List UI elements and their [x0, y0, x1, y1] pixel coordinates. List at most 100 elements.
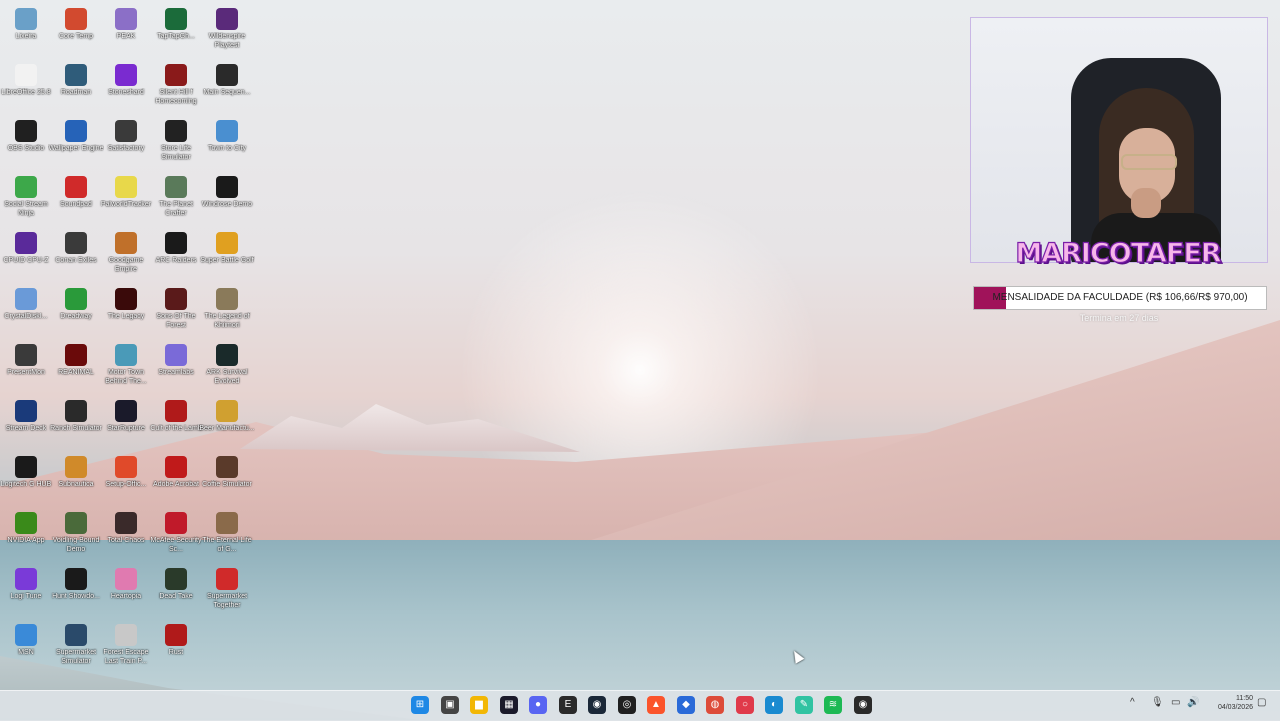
obs-taskbar-icon[interactable]: ◎ [618, 696, 636, 714]
discord-icon[interactable]: ● [529, 696, 547, 714]
desktop-icon-label: McAfee Security Sc... [150, 537, 202, 553]
desktop-icon[interactable]: Goodgame Empire [100, 227, 152, 283]
desktop-icon[interactable]: The Legacy [100, 283, 152, 339]
stream-deck-icon [15, 400, 37, 422]
show-hidden-icons-chevron-icon[interactable]: ^ [1130, 697, 1135, 708]
desktop-icon[interactable]: Subnautica [50, 451, 102, 507]
desktop-icon[interactable]: Supermarket Together [201, 563, 253, 619]
desktop-icon[interactable]: Logi Tune [0, 563, 52, 619]
desktop-icon[interactable]: Sons Of The Forest [150, 283, 202, 339]
desktop-icon[interactable]: Hunt Showdo... [50, 563, 102, 619]
desktop-icon[interactable]: Dead Take [150, 563, 202, 619]
desktop-icon[interactable]: Beer Manufactu... [199, 395, 255, 451]
desktop-icon[interactable]: Main Sequen... [201, 59, 253, 115]
mcafee-icon [165, 512, 187, 534]
desktop-icon-label: Supermarket Together [206, 593, 248, 609]
desktop-icon[interactable]: Motor Town Behind The... [100, 339, 152, 395]
steam-icon[interactable]: ◉ [588, 696, 606, 714]
desktop-icon[interactable]: Adobe Acrobat [150, 451, 202, 507]
town-to-city-icon [216, 120, 238, 142]
mcafee-taskbar-icon[interactable]: ○ [736, 696, 754, 714]
desktop-icon[interactable]: PresentMon [0, 339, 52, 395]
desktop-icon[interactable]: Rust [150, 619, 202, 675]
volume-icon[interactable]: 🔊 [1187, 697, 1199, 708]
desktop-icon[interactable]: Wallpaper Engine [49, 115, 104, 171]
store-life-icon [165, 120, 187, 142]
desktop-icon[interactable]: The Legend of Khiimori [201, 283, 253, 339]
desktop-icon[interactable]: Total Chaos [100, 507, 152, 563]
desktop-icon-label: CrystalDiskI... [4, 313, 48, 320]
desktop-icon[interactable]: Town to City [201, 115, 253, 171]
desktop-icon[interactable]: PEAK [100, 3, 152, 59]
desktop-icon[interactable]: Silent Hill f Homecoming [150, 59, 202, 115]
desktop-icon[interactable]: Streamlabs [150, 339, 202, 395]
desktop-icon[interactable]: McAfee Security Sc... [150, 507, 202, 563]
microphone-icon[interactable]: 🎙 [1151, 697, 1164, 708]
chrome-icon[interactable]: ◍ [706, 696, 724, 714]
desktop-icon[interactable]: The Planet Crafter [150, 171, 202, 227]
desktop-icon[interactable]: Windrose Demo [201, 171, 253, 227]
desktop-icon[interactable]: Store Life Simulator [150, 115, 202, 171]
dreadway-icon [65, 288, 87, 310]
desktop-icon[interactable]: OBS Studio [0, 115, 52, 171]
windows-start-icon[interactable]: ⊞ [411, 696, 429, 714]
notifications-icon[interactable]: ▢ [1257, 697, 1266, 708]
desktop-icon[interactable]: Heartopia [100, 563, 152, 619]
subnautica-icon [65, 456, 87, 478]
desktop-icon-label: Main Sequen... [203, 89, 251, 96]
network-icon[interactable]: ▭ [1171, 697, 1180, 708]
arc-raiders-icon [165, 232, 187, 254]
desktop-icon[interactable]: Core Temp [50, 3, 102, 59]
desktop-icon[interactable]: Soundpad [50, 171, 102, 227]
desktop-icon[interactable]: NVIDIA App [0, 507, 52, 563]
spotify-icon[interactable]: ≋ [824, 696, 842, 714]
desktop-icon[interactable]: ARC Raiders [150, 227, 202, 283]
desktop-icon[interactable]: Conan Exiles [50, 227, 102, 283]
desktop-icon[interactable]: ARK Survival Evolved [201, 339, 253, 395]
ea-app-icon[interactable]: ◆ [677, 696, 695, 714]
taskbar-clock[interactable]: 11:50 04/03/2026 [1203, 694, 1253, 712]
desktop-icon[interactable]: MSN [0, 619, 52, 675]
obs-studio-taskbar-icon[interactable]: ◉ [854, 696, 872, 714]
task-view-icon[interactable]: ▣ [441, 696, 459, 714]
desktop-icon[interactable]: PalworldTracker [100, 171, 152, 227]
donation-goal-bar: MENSALIDADE DA FACULDADE (R$ 106,66/R$ 9… [973, 286, 1267, 310]
desktop-icon[interactable]: Setup-Offic... [100, 451, 152, 507]
desktop-icon[interactable]: StarRupture [100, 395, 152, 451]
file-explorer-icon[interactable]: ▆ [470, 696, 488, 714]
desktop-icon-label: PresentMon [7, 369, 45, 376]
desktop-icon[interactable]: Satisfactory [100, 115, 152, 171]
brave-icon[interactable]: ▲ [647, 696, 665, 714]
desktop-icon[interactable]: Lixeira [0, 3, 52, 59]
desktop-icon[interactable]: Forest Escape Last Train P... [100, 619, 152, 675]
stream-deck-taskbar-icon[interactable]: ▦ [500, 696, 518, 714]
desktop-icon[interactable]: Ranch Simulator [50, 395, 102, 451]
desktop-icon[interactable]: Cult of the Lamb [150, 395, 202, 451]
desktop-icon[interactable]: Super Battle Golf [200, 227, 254, 283]
desktop-icon[interactable]: Wildenspire Playtest [201, 3, 253, 59]
conan-icon [65, 232, 87, 254]
edge-icon[interactable]: ◐ [765, 696, 783, 714]
desktop-icon[interactable]: Social Stream Ninja [0, 171, 52, 227]
supermarket-together-icon [216, 568, 238, 590]
desktop-icon[interactable]: The Eternal Life of G... [201, 507, 253, 563]
desktop-icon[interactable]: Supermarket Simulator [50, 619, 102, 675]
main-sequence-icon [216, 64, 238, 86]
desktop-icon[interactable]: LibreOffice 25.8 [0, 59, 52, 115]
desktop-icon[interactable]: REANIMAL [50, 339, 102, 395]
streamlabs-taskbar-icon[interactable]: ✎ [795, 696, 813, 714]
desktop-icon[interactable]: CPUID CPU-Z [0, 227, 52, 283]
desktop-icon[interactable]: Coffie Simulator [201, 451, 253, 507]
desktop-icon[interactable]: Voidling Bound Demo [50, 507, 102, 563]
desktop-icon-label: Supermarket Simulator [55, 649, 97, 665]
desktop-icon[interactable]: CrystalDiskI... [0, 283, 52, 339]
desktop-icon[interactable]: TapTapGh... [150, 3, 202, 59]
desktop-icon[interactable]: Dreadway [50, 283, 102, 339]
desktop-icon[interactable]: Stream Deck [0, 395, 52, 451]
desktop-icon[interactable]: Stoneshard [100, 59, 152, 115]
desktop-icon-label: Coffie Simulator [202, 481, 252, 488]
hunt-showdown-icon [65, 568, 87, 590]
epic-games-icon[interactable]: E [559, 696, 577, 714]
desktop-icon[interactable]: Logitech G HUB [0, 451, 52, 507]
desktop-icon[interactable]: Roadman [50, 59, 102, 115]
